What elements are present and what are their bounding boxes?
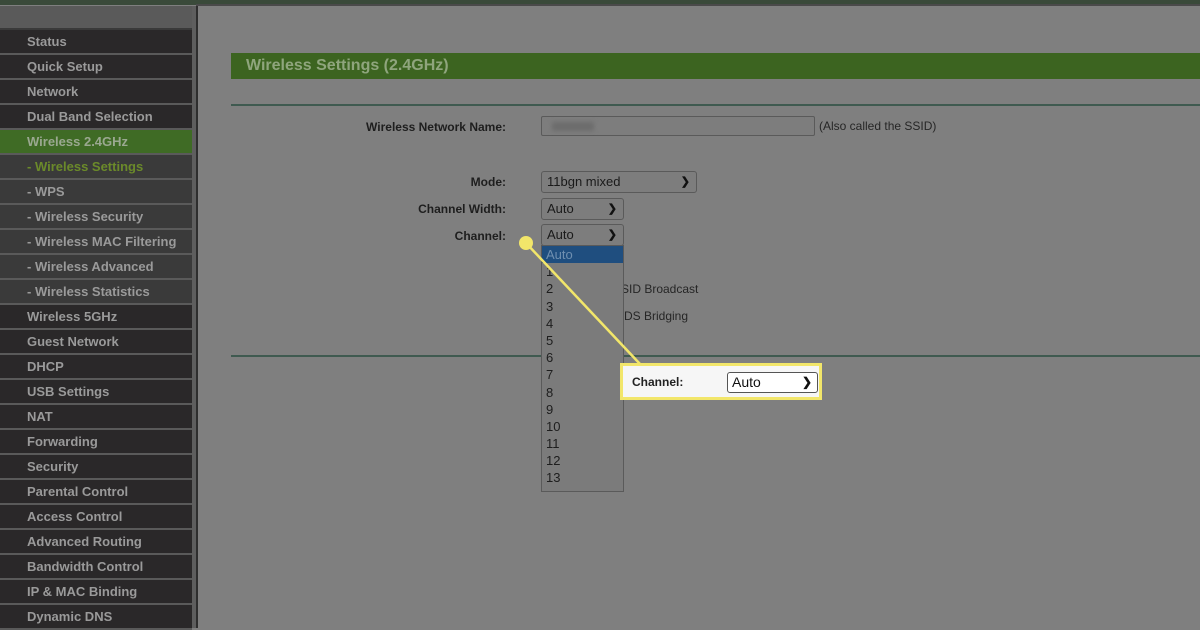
channel-label: Channel: xyxy=(454,229,506,243)
sidebar-header xyxy=(0,6,192,30)
sidebar-item-ip-mac-binding[interactable]: IP & MAC Binding xyxy=(0,580,192,605)
channel-option-5[interactable]: 5 xyxy=(542,332,623,349)
channel-option-12[interactable]: 12 xyxy=(542,452,623,469)
chevron-down-icon: ❯ xyxy=(607,229,617,241)
channel-option-4[interactable]: 4 xyxy=(542,315,623,332)
sidebar-item-wireless-2-4ghz[interactable]: Wireless 2.4GHz xyxy=(0,130,192,155)
sidebar-item-forwarding[interactable]: Forwarding xyxy=(0,430,192,455)
divider-bottom xyxy=(231,355,1200,357)
sidebar-item-dhcp[interactable]: DHCP xyxy=(0,355,192,380)
network-name-input[interactable] xyxy=(541,116,815,136)
sidebar-item-parental-control[interactable]: Parental Control xyxy=(0,480,192,505)
chevron-down-icon: ❯ xyxy=(801,375,812,389)
sidebar-item-wireless-security[interactable]: - Wireless Security xyxy=(0,205,192,230)
sidebar-item-status[interactable]: Status xyxy=(0,30,192,55)
channel-option-auto[interactable]: Auto xyxy=(542,246,623,264)
sidebar-item-quick-setup[interactable]: Quick Setup xyxy=(0,55,192,80)
ssid-note: (Also called the SSID) xyxy=(819,119,937,133)
sidebar-item-access-control[interactable]: Access Control xyxy=(0,505,192,530)
mode-value: 11bgn mixed xyxy=(547,174,621,189)
wds-bridging-label[interactable]: DS Bridging xyxy=(624,309,688,323)
sidebar-item-dynamic-dns[interactable]: Dynamic DNS xyxy=(0,605,192,630)
network-name-value-blurred xyxy=(552,122,594,131)
callout-label: Channel: xyxy=(632,375,684,389)
channel-option-2[interactable]: 2 xyxy=(542,280,623,297)
sidebar-item-guest-network[interactable]: Guest Network xyxy=(0,330,192,355)
sidebar-item-wireless-5ghz[interactable]: Wireless 5GHz xyxy=(0,305,192,330)
sidebar-item-advanced-routing[interactable]: Advanced Routing xyxy=(0,530,192,555)
ssid-broadcast-label[interactable]: SID Broadcast xyxy=(621,282,698,296)
channel-option-3[interactable]: 3 xyxy=(542,298,623,315)
sidebar-item-security[interactable]: Security xyxy=(0,455,192,480)
channel-width-select[interactable]: Auto ❯ xyxy=(541,198,624,220)
channel-option-7[interactable]: 7 xyxy=(542,366,623,383)
channel-option-13[interactable]: 13 xyxy=(542,469,623,486)
channel-select[interactable]: Auto ❯ xyxy=(541,224,624,246)
sidebar-menu: Status Quick Setup Network Dual Band Select… xyxy=(0,6,192,630)
sidebar-item-wps[interactable]: - WPS xyxy=(0,180,192,205)
callout-value: Auto xyxy=(732,374,761,390)
menu-list: Status Quick Setup Network Dual Band Select… xyxy=(0,30,192,630)
channel-callout: Channel: Auto ❯ xyxy=(620,363,822,400)
channel-dropdown-list: Auto 1 2 3 4 5 6 7 8 9 10 11 12 13 xyxy=(541,245,624,492)
sidebar-scrollbar[interactable] xyxy=(192,6,198,628)
top-divider xyxy=(196,4,1200,6)
sidebar-item-bandwidth-control[interactable]: Bandwidth Control xyxy=(0,555,192,580)
channel-option-8[interactable]: 8 xyxy=(542,384,623,401)
channel-option-9[interactable]: 9 xyxy=(542,401,623,418)
channel-option-6[interactable]: 6 xyxy=(542,349,623,366)
page-title: Wireless Settings (2.4GHz) xyxy=(231,53,1200,79)
mode-select[interactable]: 11bgn mixed ❯ xyxy=(541,171,697,193)
channel-value: Auto xyxy=(547,227,574,242)
channel-option-11[interactable]: 11 xyxy=(542,435,623,452)
chevron-down-icon: ❯ xyxy=(680,176,690,188)
sidebar-item-wireless-advanced[interactable]: - Wireless Advanced xyxy=(0,255,192,280)
channel-option-1[interactable]: 1 xyxy=(542,263,623,280)
channel-width-value: Auto xyxy=(547,201,574,216)
divider-top xyxy=(231,104,1200,106)
channel-width-label: Channel Width: xyxy=(418,202,506,216)
network-name-label: Wireless Network Name: xyxy=(366,120,506,134)
sidebar-item-network[interactable]: Network xyxy=(0,80,192,105)
sidebar-item-wireless-mac-filtering[interactable]: - Wireless MAC Filtering xyxy=(0,230,192,255)
sidebar-item-usb-settings[interactable]: USB Settings xyxy=(0,380,192,405)
sidebar-item-nat[interactable]: NAT xyxy=(0,405,192,430)
chevron-down-icon: ❯ xyxy=(607,203,617,215)
sidebar-item-wireless-settings[interactable]: - Wireless Settings xyxy=(0,155,192,180)
callout-channel-select: Auto ❯ xyxy=(727,372,818,393)
sidebar-item-wireless-statistics[interactable]: - Wireless Statistics xyxy=(0,280,192,305)
sidebar-item-dual-band-selection[interactable]: Dual Band Selection xyxy=(0,105,192,130)
channel-option-10[interactable]: 10 xyxy=(542,418,623,435)
pointer-dot xyxy=(519,236,533,250)
mode-label: Mode: xyxy=(470,175,506,189)
